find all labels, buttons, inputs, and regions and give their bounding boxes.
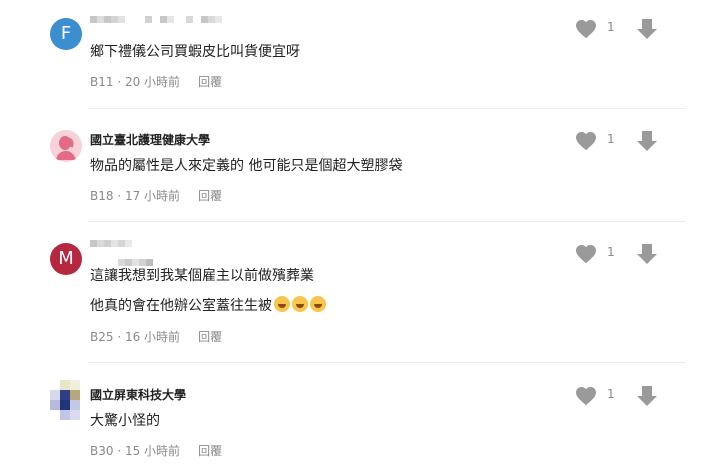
comment-line-text: 他真的會在他辦公室蓋往生被: [90, 298, 272, 314]
divider: [88, 221, 686, 222]
comment-line: 這讓我想到我某個雇主以前做殯葬業: [90, 268, 314, 284]
pixelated-avatar-icon: [50, 380, 82, 422]
school-name[interactable]: 國立屏東科技大學: [90, 386, 186, 403]
comment-line: 大驚小怪的: [90, 413, 160, 429]
blurred-username: [90, 240, 153, 266]
comment-line: 物品的屬性是人來定義的 他可能只是個超大塑膠袋: [90, 158, 403, 174]
timestamp: 15 小時前: [124, 444, 181, 458]
comment-meta: B11 · 20 小時前 回覆: [90, 75, 223, 89]
down-arrow-icon[interactable]: [636, 17, 658, 41]
school-name[interactable]: 國立臺北護理健康大學: [90, 131, 210, 148]
laughing-crying-emoji-icon: [292, 296, 308, 312]
comment-text: 大驚小怪的: [90, 408, 160, 434]
floor-number: B11: [90, 75, 114, 89]
heart-icon[interactable]: [574, 384, 598, 408]
blurred-username: [90, 16, 222, 30]
avatar[interactable]: [50, 130, 82, 162]
reply-button[interactable]: 回覆: [198, 75, 222, 89]
divider: [88, 362, 686, 363]
divider: [88, 108, 686, 109]
comment-meta: B18 · 17 小時前 回覆: [90, 189, 223, 203]
comment-text: 物品的屬性是人來定義的 他可能只是個超大塑膠袋: [90, 153, 402, 179]
comment-actions: 1: [574, 129, 664, 153]
comment-line: 鄉下禮儀公司買蝦皮比叫貨便宜呀: [90, 44, 300, 60]
like-count: 1: [607, 387, 615, 401]
reply-button[interactable]: 回覆: [198, 444, 222, 458]
laughing-crying-emoji-icon: [310, 296, 326, 312]
comment-actions: 1: [574, 242, 664, 266]
comment-line: 他真的會在他辦公室蓋往生被: [90, 293, 326, 319]
down-arrow-icon[interactable]: [636, 129, 658, 153]
comment-actions: 1: [574, 17, 664, 41]
avatar[interactable]: [50, 380, 82, 422]
heart-icon[interactable]: [574, 17, 598, 41]
floor-number: B30: [90, 444, 114, 458]
timestamp: 16 小時前: [124, 330, 181, 344]
avatar[interactable]: M: [50, 243, 82, 275]
comment-text: 這讓我想到我某個雇主以前做殯葬業 他真的會在他辦公室蓋往生被: [90, 263, 326, 319]
comment-actions: 1: [574, 384, 664, 408]
timestamp: 17 小時前: [124, 189, 181, 203]
like-count: 1: [607, 245, 615, 259]
down-arrow-icon[interactable]: [636, 384, 658, 408]
timestamp: 20 小時前: [124, 75, 181, 89]
comment-meta: B25 · 16 小時前 回覆: [90, 330, 223, 344]
down-arrow-icon[interactable]: [636, 242, 658, 266]
heart-icon[interactable]: [574, 129, 598, 153]
heart-icon[interactable]: [574, 242, 598, 266]
comment-meta: B30 · 15 小時前 回覆: [90, 444, 223, 458]
comment-text: 鄉下禮儀公司買蝦皮比叫貨便宜呀: [90, 39, 300, 65]
like-count: 1: [607, 20, 615, 34]
floor-number: B18: [90, 189, 114, 203]
like-count: 1: [607, 132, 615, 146]
reply-button[interactable]: 回覆: [198, 189, 222, 203]
floor-number: B25: [90, 330, 114, 344]
person-silhouette-icon: [50, 130, 82, 162]
avatar[interactable]: F: [50, 18, 82, 50]
reply-button[interactable]: 回覆: [198, 330, 222, 344]
laughing-crying-emoji-icon: [274, 296, 290, 312]
